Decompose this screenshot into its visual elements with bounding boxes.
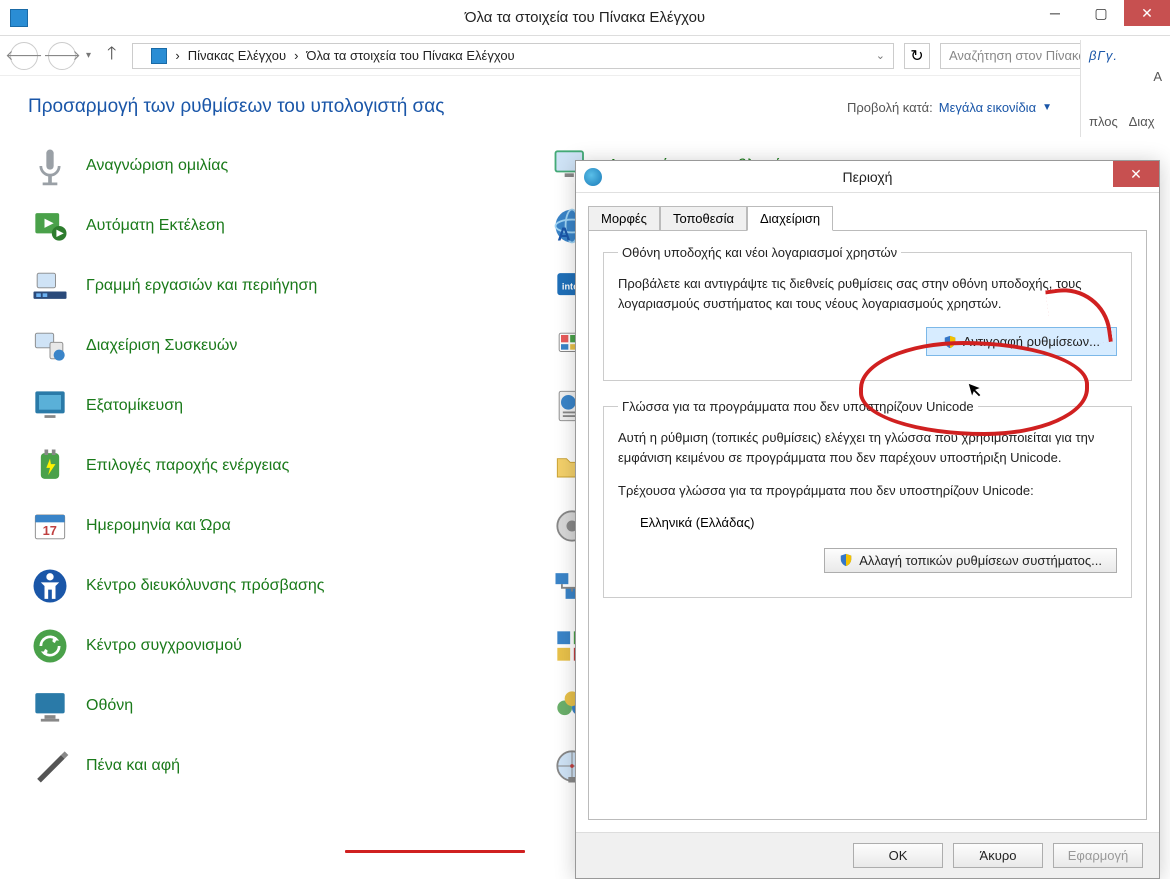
ok-button[interactable]: OK [853, 843, 943, 868]
apply-button[interactable]: Εφαρμογή [1053, 843, 1143, 868]
tab-formats[interactable]: Μορφές [588, 206, 660, 231]
current-lang-label: Τρέχουσα γλώσσα για τα προγράμματα που δ… [618, 481, 1117, 501]
screen-icon [28, 684, 72, 728]
view-by-selector[interactable]: Προβολή κατά: Μεγάλα εικονίδια ▼ [847, 100, 1052, 115]
group1-text: Προβάλετε και αντιγράψτε τις διεθνείς ρυ… [618, 274, 1117, 313]
control-panel-item[interactable]: Επιλογές παροχής ενέργειας [28, 436, 530, 496]
minimize-button[interactable]: ─ [1032, 0, 1078, 26]
desktop-icon [28, 384, 72, 428]
refresh-button[interactable]: ↻ [904, 43, 930, 69]
tab-location[interactable]: Τοποθεσία [660, 206, 747, 231]
group2-legend: Γλώσσα για τα προγράμματα που δεν υποστη… [618, 399, 978, 414]
cp-item-label: Εξατομίκευση [86, 396, 183, 417]
play-icon [28, 204, 72, 248]
control-panel-item[interactable]: Οθόνη [28, 676, 530, 736]
non-unicode-group: Γλώσσα για τα προγράμματα που δεν υποστη… [603, 399, 1132, 598]
address-bar[interactable]: › Πίνακας Ελέγχου › Όλα τα στοιχεία του … [132, 43, 894, 69]
control-panel-item[interactable]: 17 Ημερομηνία και Ώρα [28, 496, 530, 556]
back-button[interactable]: 🡐 [10, 42, 38, 70]
cp-item-label: Οθόνη [86, 696, 133, 717]
window-title: Όλα τα στοιχεία του Πίνακα Ελέγχου [0, 9, 1170, 26]
view-by-value: Μεγάλα εικονίδια [939, 100, 1036, 115]
up-button[interactable]: 🡑 [101, 41, 122, 71]
view-by-label: Προβολή κατά: [847, 100, 933, 115]
taskbar-icon [28, 264, 72, 308]
tab-admin[interactable]: Διαχείριση [747, 206, 833, 231]
cp-item-label: Γραμμή εργασιών και περιήγηση [86, 276, 317, 297]
shield-icon [839, 553, 853, 567]
control-panel-item[interactable]: Κέντρο διευκόλυνσης πρόσβασης [28, 556, 530, 616]
control-panel-item[interactable]: Διαχείριση Συσκευών [28, 316, 530, 376]
cp-item-label: Επιλογές παροχής ενέργειας [86, 456, 289, 477]
background-window-fragment: βΓγ. Α πλος Διαχ [1080, 40, 1170, 137]
page-title: Προσαρμογή των ρυθμίσεων του υπολογιστή … [28, 96, 444, 118]
cursor-icon [965, 381, 985, 401]
shield-icon [943, 335, 957, 349]
control-panel-item[interactable]: Γραμμή εργασιών και περιήγηση [28, 256, 530, 316]
power-icon [28, 444, 72, 488]
forward-button[interactable]: 🡒 [48, 42, 76, 70]
navigation-toolbar: 🡐 🡒 ▾ 🡑 › Πίνακας Ελέγχου › Όλα τα στοιχ… [0, 36, 1170, 76]
control-panel-item[interactable]: Αυτόματη Εκτέλεση [28, 196, 530, 256]
chevron-down-icon: ▼ [1042, 102, 1052, 113]
dialog-title: Περιοχή [576, 169, 1159, 185]
control-panel-item[interactable]: Κέντρο συγχρονισμού [28, 616, 530, 676]
sync-icon [28, 624, 72, 668]
pen-icon [28, 744, 72, 788]
cp-item-label: Κέντρο συγχρονισμού [86, 636, 242, 657]
control-panel-item[interactable]: Αναγνώριση ομιλίας [28, 136, 530, 196]
control-panel-item[interactable]: Εξατομίκευση [28, 376, 530, 436]
cp-item-label: Αναγνώριση ομιλίας [86, 156, 228, 177]
ease-icon [28, 564, 72, 608]
cp-item-label: Ημερομηνία και Ώρα [86, 516, 231, 537]
welcome-accounts-group: Οθόνη υποδοχής και νέοι λογαριασμοί χρησ… [603, 245, 1132, 381]
dialog-close-button[interactable]: ✕ [1113, 161, 1159, 187]
dialog-titlebar: Περιοχή ✕ [576, 161, 1159, 193]
svg-text:17: 17 [43, 523, 57, 538]
maximize-button[interactable]: ▢ [1078, 0, 1124, 26]
cp-item-label: Πένα και αφή [86, 756, 180, 777]
calendar-icon: 17 [28, 504, 72, 548]
breadcrumb-current[interactable]: Όλα τα στοιχεία του Πίνακα Ελέγχου [306, 48, 514, 63]
dialog-footer: OK Άκυρο Εφαρμογή [576, 832, 1159, 878]
cancel-button[interactable]: Άκυρο [953, 843, 1043, 868]
address-icon [151, 48, 167, 64]
devices-icon [28, 324, 72, 368]
close-button[interactable]: ✕ [1124, 0, 1170, 26]
svg-text:A: A [557, 224, 570, 245]
cp-item-label: Διαχείριση Συσκευών [86, 336, 237, 357]
breadcrumb-root[interactable]: Πίνακας Ελέγχου [188, 48, 286, 63]
window-titlebar: Όλα τα στοιχεία του Πίνακα Ελέγχου ─ ▢ ✕ [0, 0, 1170, 36]
region-dialog: Περιοχή ✕ Μορφές Τοποθεσία Διαχείριση Οθ… [575, 160, 1160, 879]
change-locale-button[interactable]: Αλλαγή τοπικών ρυθμίσεων συστήματος... [824, 548, 1117, 573]
current-lang-value: Ελληνικά (Ελλάδας) [618, 505, 1117, 548]
cp-item-label: Αυτόματη Εκτέλεση [86, 216, 225, 237]
annotation-underline [345, 850, 525, 853]
group2-text: Αυτή η ρύθμιση (τοπικές ρυθμίσεις) ελέγχ… [618, 428, 1117, 467]
cp-item-label: Κέντρο διευκόλυνσης πρόσβασης [86, 576, 324, 597]
control-panel-item[interactable]: Πένα και αφή [28, 736, 530, 796]
mic-icon [28, 144, 72, 188]
group1-legend: Οθόνη υποδοχής και νέοι λογαριασμοί χρησ… [618, 245, 901, 260]
copy-settings-button[interactable]: Αντιγραφή ρυθμίσεων... [926, 327, 1117, 356]
